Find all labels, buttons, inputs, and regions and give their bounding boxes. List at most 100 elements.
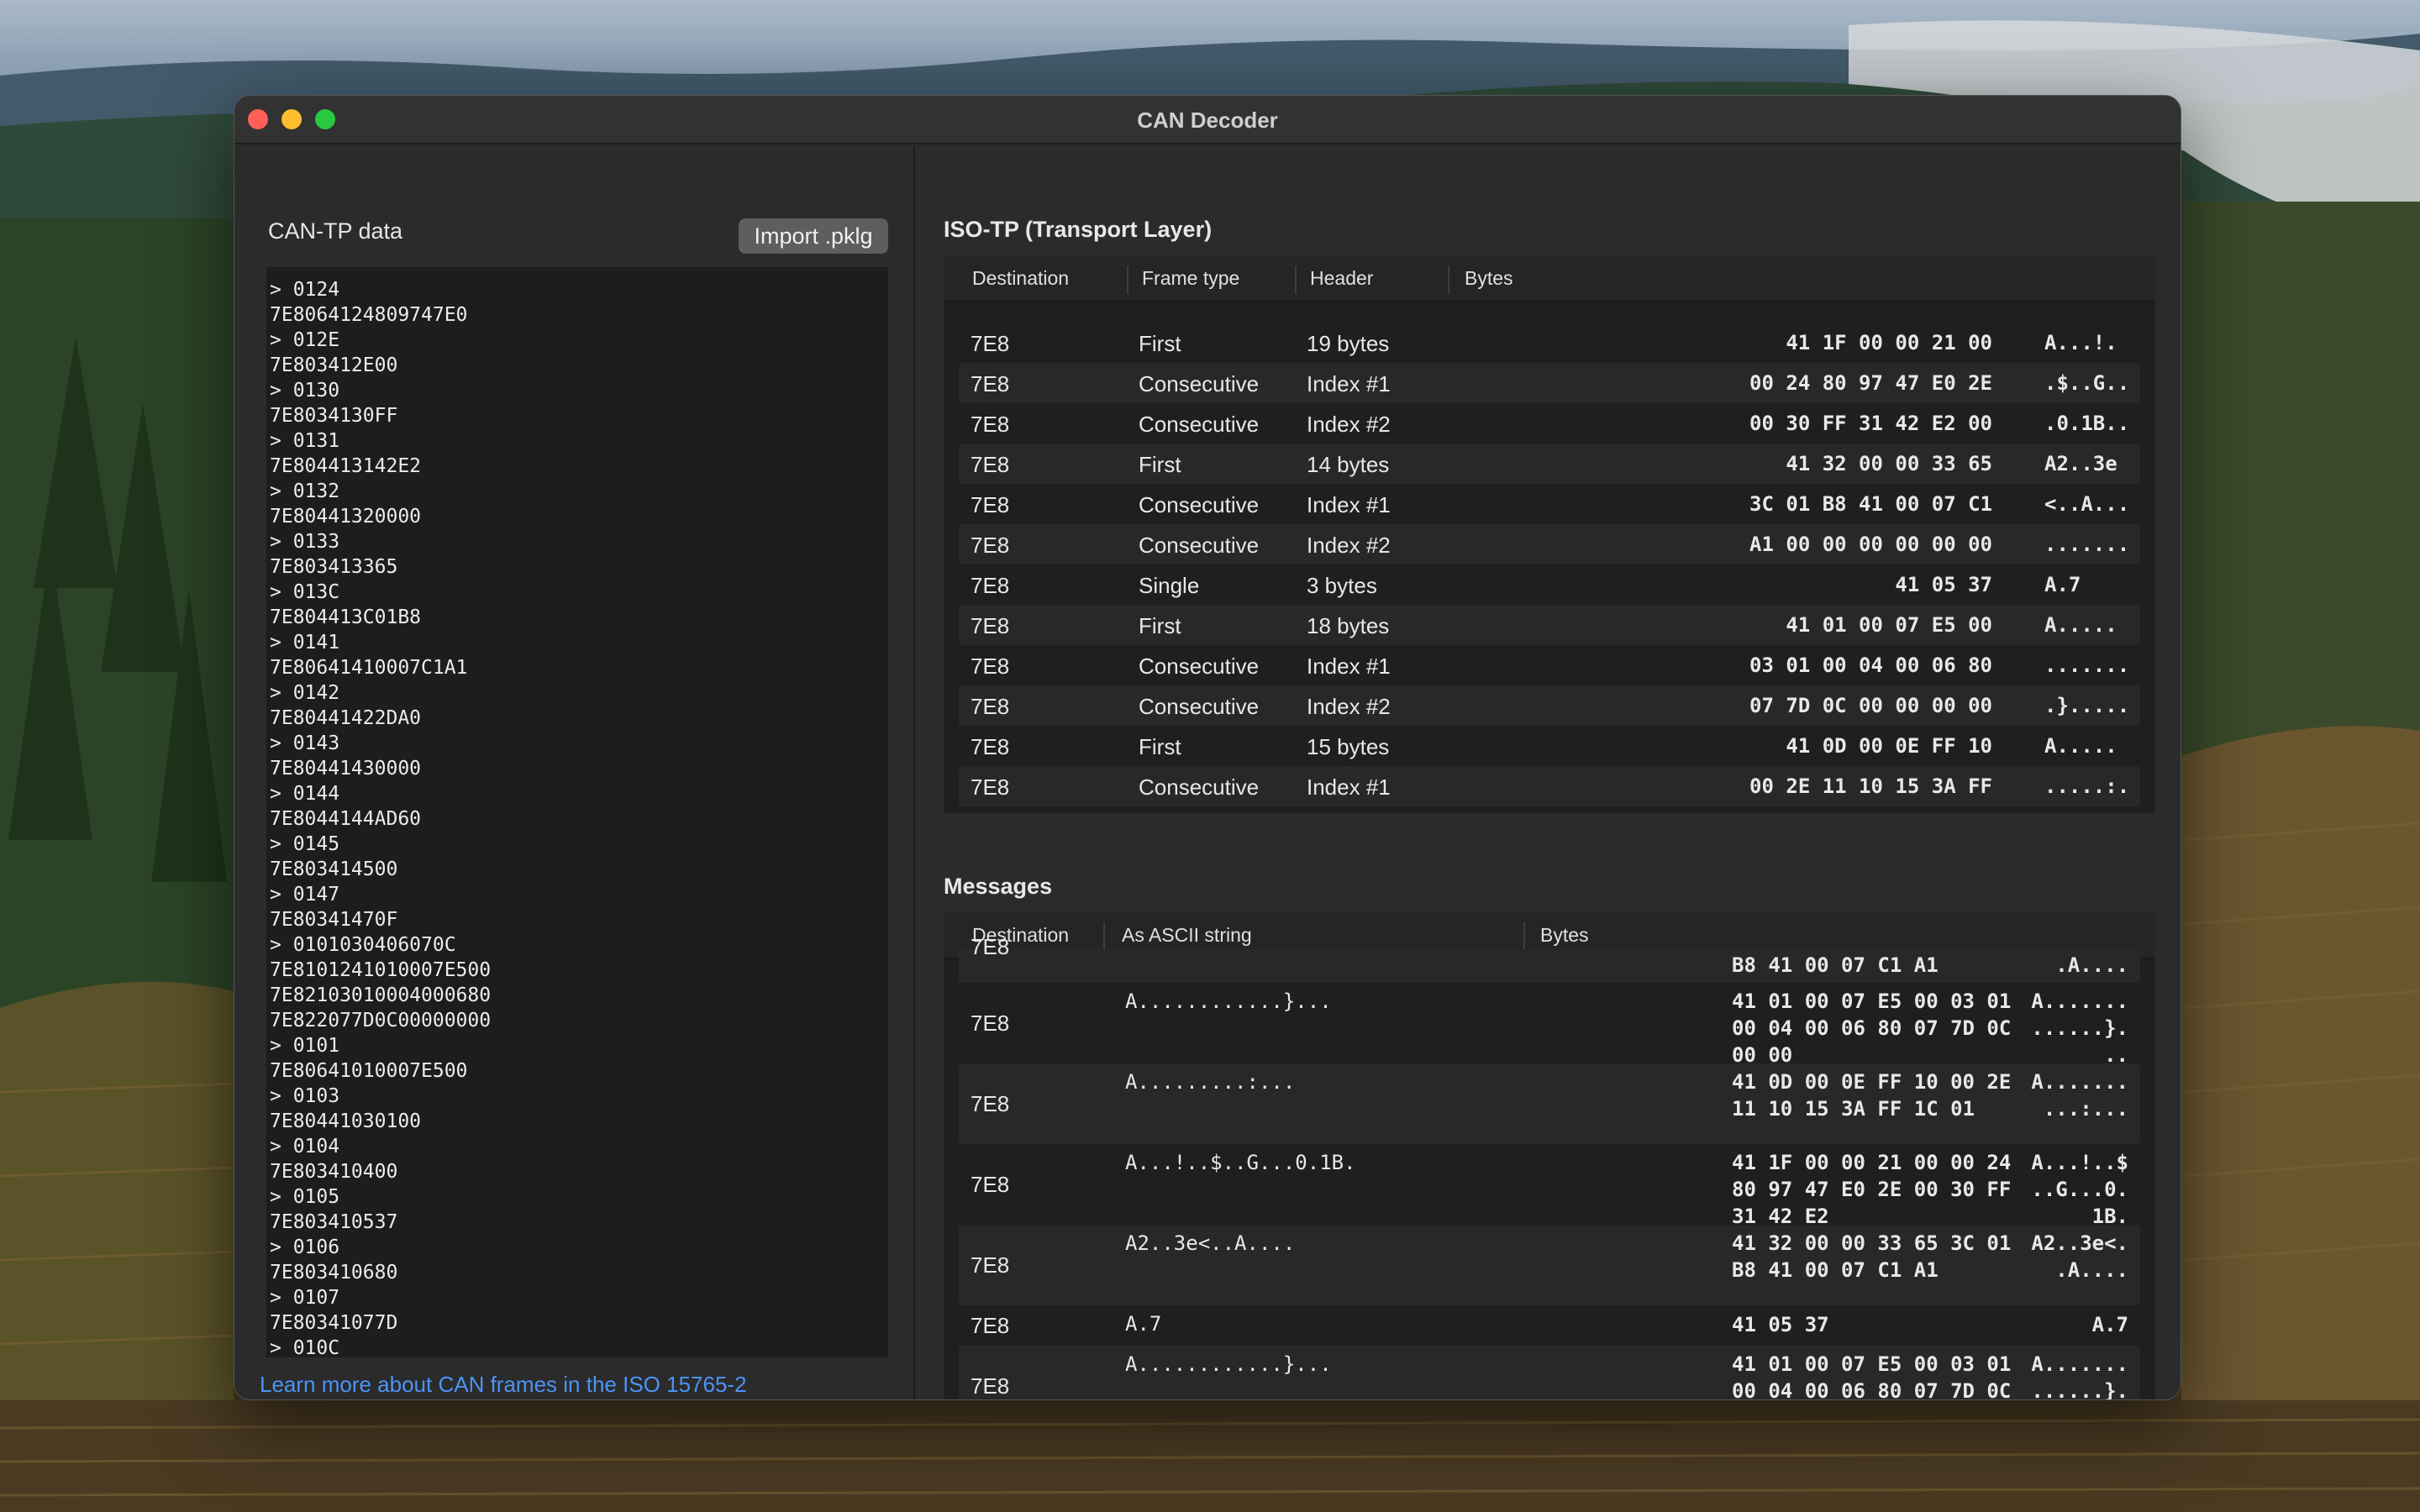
row-hex-bytes: 03 01 00 04 00 06 80 [1749,654,1992,677]
row-destination: 7E8 [971,452,1010,477]
column-header-bytes[interactable]: Bytes [1540,924,1589,947]
row-ascii-bytes: ....... [2044,654,2130,677]
message-row[interactable]: 7E8 A...!..$..G...0.1B. 41 1F 00 00 21 00 … [959,1144,2140,1228]
row-ascii-bytes: A...!. [2044,331,2118,354]
row-hex-bytes: 00 2E 11 10 15 3A FF [1749,774,1992,798]
column-separator [1448,265,1449,294]
message-row[interactable]: 7E8 A.7 41 05 37 A.7 [959,1305,2140,1346]
row-destination: 7E8 [971,331,1010,356]
message-row[interactable]: 7E8 A............}... 41 01 00 07 E5 00 03… [959,983,2140,1067]
isotp-table-header: Destination Frame type Header Bytes [944,255,2155,302]
row-ascii-string: A.7 [1125,1312,1162,1336]
raw-line: > 0124 [270,279,340,301]
isotp-row[interactable]: 7E8 Consecutive Index #1 03 01 00 04 00 06 … [959,645,2140,685]
isotp-row[interactable]: 7E8 Consecutive Index #2 00 30 FF 31 42 E2 … [959,403,2140,444]
row-ascii-string: A............}... [1125,990,1332,1013]
row-destination: 7E8 [971,774,1010,800]
isotp-table: Destination Frame type Header Bytes 7E8 F… [944,255,2155,813]
raw-line: > 0131 [270,430,340,452]
raw-line: > 0144 [270,783,340,805]
raw-line: 7E803410400 [270,1161,398,1183]
row-ascii-bytes: A2..3e<. .A.... [2031,1231,2128,1285]
row-hex-bytes: 00 30 FF 31 42 E2 00 [1749,412,1992,435]
hex-line: 00 04 00 06 80 07 7D 0C [1732,1379,2012,1400]
row-ascii-bytes: A.............}... [2031,1352,2128,1399]
row-ascii-bytes: A2..3e [2044,452,2118,475]
isotp-row[interactable]: 7E8 Consecutive Index #1 00 2E 11 10 15 3A … [959,766,2140,806]
isotp-row[interactable]: 7E8 First 18 bytes 41 01 00 07 E5 00 A..... [959,605,2140,645]
raw-line: > 010C [270,1337,340,1357]
raw-line: 7E80441320000 [270,506,422,528]
column-header-ascii[interactable]: As ASCII string [1122,924,1252,947]
raw-line: > 0107 [270,1287,340,1309]
row-ascii-bytes: A.7 [2044,573,2081,596]
row-hex-bytes: 41 32 00 00 33 65 3C 01 B8 41 00 07 C1 A1 [1732,1231,2011,1285]
row-ascii-bytes: A...!..$ ..G...0. 1B. [2031,1151,2128,1231]
raw-line: 7E80341470F [270,909,398,931]
raw-line: 7E8044144AD60 [270,808,422,830]
raw-line: 7E80441030100 [270,1110,422,1132]
import-pklg-button[interactable]: Import .pklg [739,218,888,254]
isotp-row[interactable]: 7E8 Consecutive Index #1 3C 01 B8 41 00 07 … [959,484,2140,524]
row-frame-type: Consecutive [1139,654,1260,679]
row-ascii-bytes: <..A... [2044,492,2130,516]
row-hex-bytes: 41 01 00 07 E5 00 03 01 00 04 00 06 80 07… [1732,1352,2012,1400]
row-header: Index #2 [1307,412,1391,437]
ascii-line: A....... [2031,1070,2128,1094]
raw-line: 7E80441422DA0 [270,707,422,729]
can-tp-data-panel: CAN-TP data Import .pklg > 0124 7E8064124… [234,146,915,1399]
column-header-header[interactable]: Header [1310,267,1373,290]
ascii-line: .A.... [2055,953,2128,977]
row-destination: 7E8 [971,613,1010,638]
messages-table: Destination As ASCII string Bytes 7E8 B8 … [944,912,2155,1400]
isotp-row[interactable]: 7E8 First 15 bytes 41 0D 00 0E FF 10 A..... [959,726,2140,766]
iso-15765-2-link[interactable]: Learn more about CAN frames in the ISO 1… [260,1371,814,1399]
row-hex-bytes: A1 00 00 00 00 00 00 [1749,533,1992,556]
raw-line: > 0106 [270,1236,340,1258]
row-ascii-bytes: .}..... [2044,694,2130,717]
raw-line: > 0101 [270,1035,340,1057]
row-header: Index #1 [1307,654,1391,679]
hex-line: 41 01 00 07 E5 00 03 01 [1732,1352,2012,1376]
message-row[interactable]: 7E8 A............}... 41 01 00 07 E5 00 03… [959,1346,2140,1400]
hex-line: 41 32 00 00 33 65 3C 01 [1732,1231,2012,1255]
message-row[interactable]: 7E8 B8 41 00 07 C1 A1 .A.... [959,934,2140,983]
raw-line: > 0104 [270,1136,340,1158]
row-ascii-bytes: A..... [2044,613,2118,637]
raw-line: 7E803410680 [270,1262,398,1284]
isotp-row[interactable]: 7E8 Consecutive Index #2 07 7D 0C 00 00 00 … [959,685,2140,726]
row-ascii-bytes: .$..G.. [2044,371,2130,395]
raw-line: > 0130 [270,380,340,402]
raw-line: > 0147 [270,884,340,906]
isotp-row[interactable]: 7E8 Single 3 bytes 41 05 37 A.7 [959,564,2140,605]
row-frame-type: Consecutive [1139,533,1260,558]
row-ascii-string: A...!..$..G...0.1B. [1125,1151,1356,1174]
row-ascii-bytes: A..... [2044,734,2118,758]
isotp-row[interactable]: 7E8 Consecutive Index #1 00 24 80 97 47 E0 … [959,363,2140,403]
row-header: 18 bytes [1307,613,1390,638]
message-row[interactable]: 7E8 A2..3e<. .A.... 41 32 00 00 33 65 3C 01… [959,1225,2140,1305]
row-ascii-bytes: A.............}... [2031,990,2128,1070]
row-destination: 7E8 [971,1252,1010,1278]
raw-line: > 0145 [270,833,340,855]
isotp-row[interactable]: 7E8ConsecutiveIndex #2 [959,806,2140,813]
hex-line: 41 0D 00 0E FF 10 00 2E [1732,1070,2012,1094]
row-ascii-string: A2..3e<..A.... [1125,1231,1296,1255]
ascii-line: A...!..$ [2031,1151,2128,1174]
can-tp-raw-text-area[interactable]: > 0124 7E8064124809747E0 > 012E 7E803412E00… [266,267,888,1357]
column-header-bytes[interactable]: Bytes [1465,267,1513,290]
column-header-destination[interactable]: Destination [972,267,1069,290]
row-destination: 7E8 [971,412,1010,437]
row-destination: 7E8 [971,492,1010,517]
isotp-row[interactable]: 7E8 Consecutive Index #2 A1 00 00 00 00 00 … [959,524,2140,564]
row-destination: 7E8 [971,1091,1010,1116]
message-row[interactable]: 7E8 A.........:... 41 0D 00 0E FF 10 00 2E… [959,1063,2140,1144]
isotp-row[interactable]: 7E8 First 19 bytes 41 1F 00 00 21 00 A...!. [959,323,2140,363]
row-destination: 7E8 [971,371,1010,396]
row-destination: 7E8 [971,1373,1010,1399]
column-header-frame-type[interactable]: Frame type [1142,267,1239,290]
hex-line: 41 05 37 [1732,1313,1829,1336]
row-destination: 7E8 [971,573,1010,598]
raw-line: 7E803410537 [270,1211,398,1233]
isotp-row[interactable]: 7E8 First 14 bytes 41 32 00 00 33 65 A2..3e [959,444,2140,484]
